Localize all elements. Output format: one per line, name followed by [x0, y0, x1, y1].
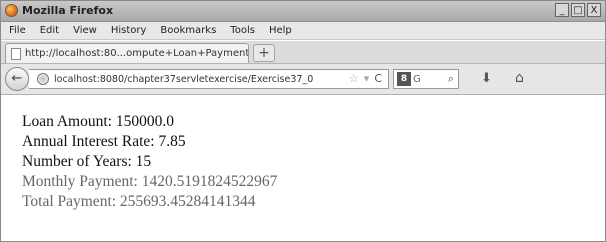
title-bar: Mozilla Firefox _ □ X: [1, 1, 605, 22]
monthly-payment-text: Monthly Payment: 1420.5191824522967: [22, 173, 278, 190]
window-controls: _ □ X: [555, 3, 601, 17]
close-button[interactable]: X: [587, 3, 601, 17]
menu-bar: File Edit View History Bookmarks Tools H…: [1, 22, 605, 40]
tab-loan-payment[interactable]: http://localhost:80...ompute+Loan+Paymen…: [5, 43, 249, 63]
reload-icon[interactable]: C: [374, 72, 382, 85]
window-title: Mozilla Firefox: [22, 4, 114, 17]
bookmark-star-icon[interactable]: ☆: [349, 72, 359, 85]
home-icon[interactable]: ⌂: [515, 70, 524, 86]
search-box[interactable]: 8 G ⌕: [393, 69, 459, 89]
download-icon[interactable]: ⬇: [481, 71, 492, 86]
site-identity-icon[interactable]: [37, 73, 49, 85]
menu-view[interactable]: View: [73, 25, 97, 36]
minimize-button[interactable]: _: [555, 3, 569, 17]
new-tab-button[interactable]: +: [253, 44, 275, 62]
menu-tools[interactable]: Tools: [230, 25, 255, 36]
number-of-years-text: Number of Years: 15: [22, 153, 152, 170]
navigation-bar: ← localhost:8080/chapter37servletexercis…: [1, 64, 605, 95]
page-content: Loan Amount: 150000.0 Annual Interest Ra…: [22, 112, 277, 212]
tab-title: http://localhost:80...ompute+Loan+Paymen…: [24, 48, 248, 59]
search-icon[interactable]: ⌕: [448, 72, 454, 86]
menu-help[interactable]: Help: [269, 25, 292, 36]
menu-edit[interactable]: Edit: [40, 25, 59, 36]
firefox-logo-icon: [5, 4, 18, 17]
browser-window: Mozilla Firefox _ □ X File Edit View His…: [0, 0, 606, 242]
url-text[interactable]: localhost:8080/chapter37servletexercise/…: [54, 74, 314, 85]
tab-strip: http://localhost:80...ompute+Loan+Paymen…: [1, 41, 605, 64]
url-bar-icons: ☆ ▾ C: [349, 72, 382, 85]
loan-amount-text: Loan Amount: 150000.0: [22, 113, 174, 130]
interest-rate-text: Annual Interest Rate: 7.85: [22, 133, 186, 150]
search-engine-label: G: [413, 73, 421, 85]
url-bar[interactable]: localhost:8080/chapter37servletexercise/…: [29, 69, 389, 89]
menu-bookmarks[interactable]: Bookmarks: [160, 25, 216, 36]
page-icon: [11, 47, 21, 60]
total-payment-text: Total Payment: 255693.45284141344: [22, 193, 256, 210]
menu-file[interactable]: File: [9, 25, 26, 36]
search-engine-icon[interactable]: 8: [397, 72, 411, 86]
back-button[interactable]: ←: [5, 67, 29, 91]
dropdown-arrow-icon[interactable]: ▾: [364, 72, 370, 85]
menu-history[interactable]: History: [111, 25, 147, 36]
maximize-button[interactable]: □: [571, 3, 585, 17]
